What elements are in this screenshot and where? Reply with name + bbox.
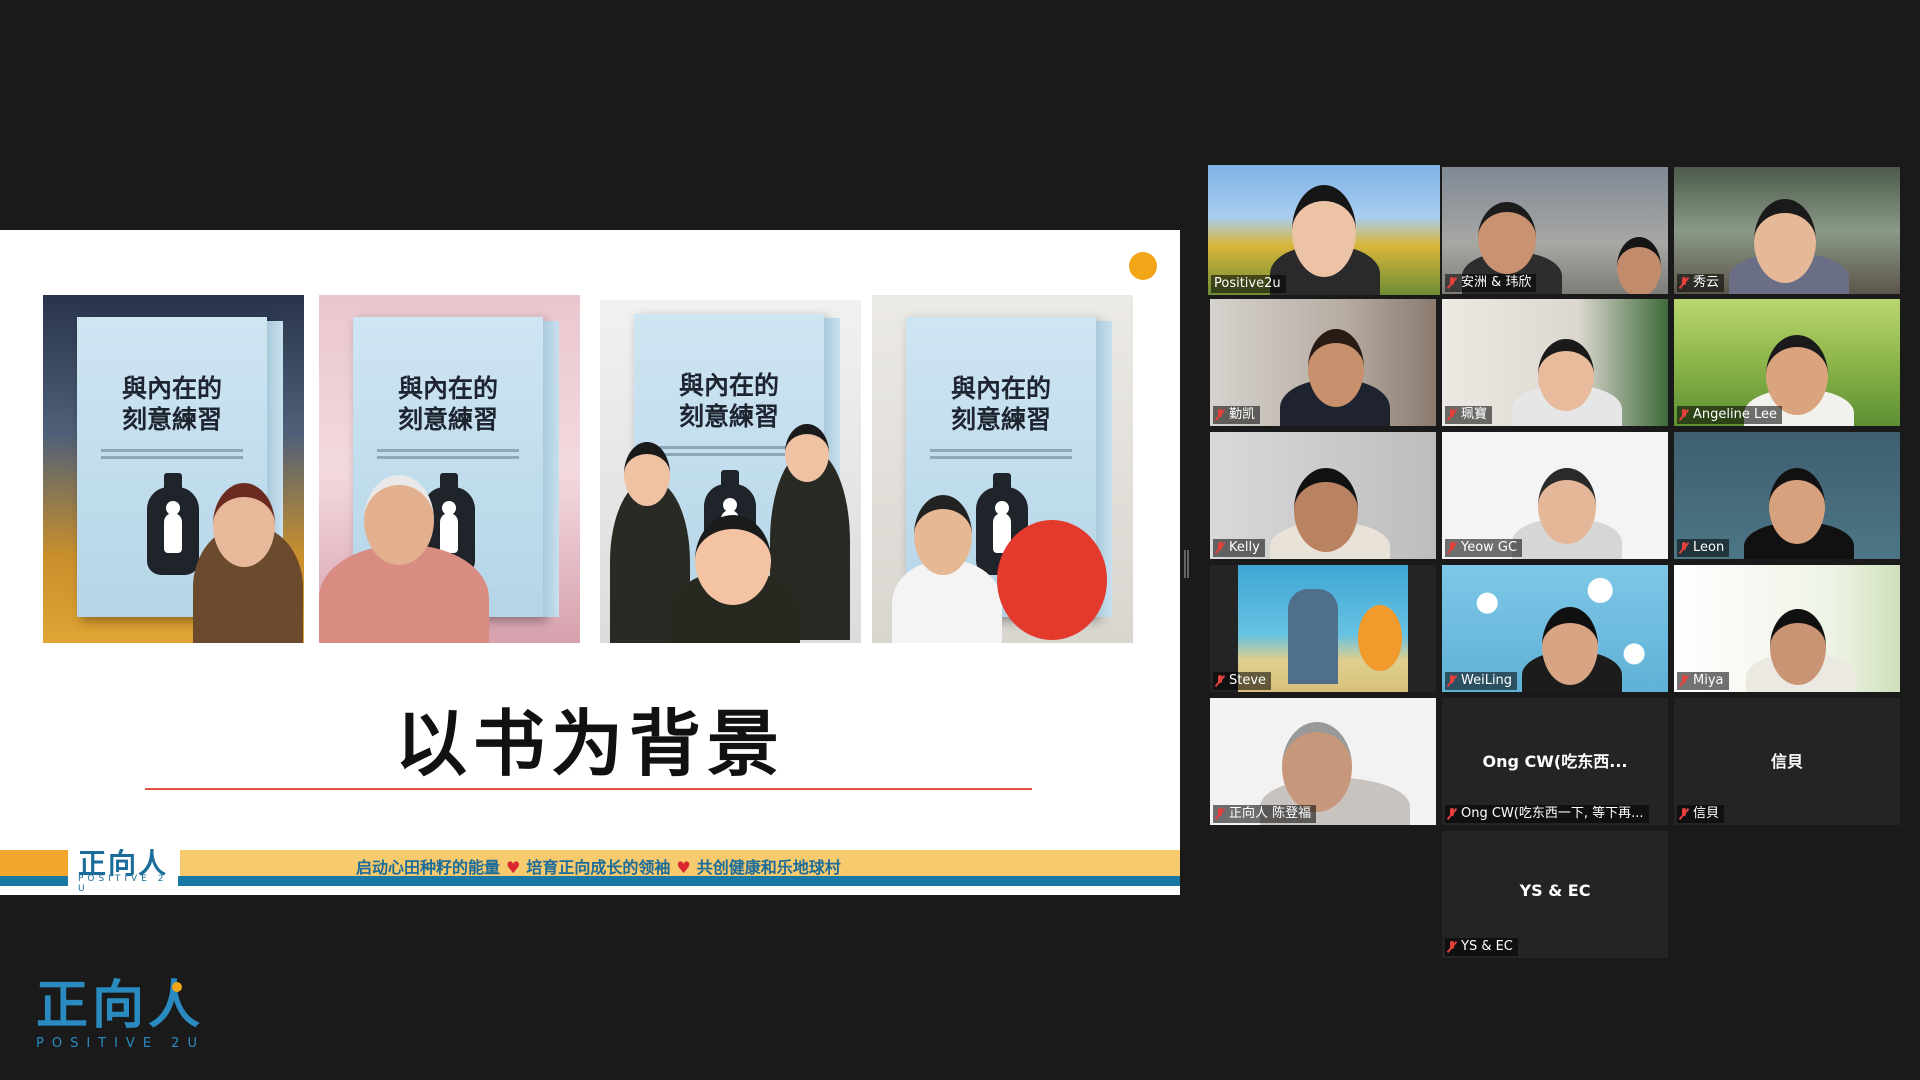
mic-muted-icon (1216, 808, 1224, 820)
slide-accent-dot (1129, 252, 1157, 280)
book-title: 與內在的 刻意練習 (950, 374, 1051, 434)
book-photo-4: 與內在的 刻意練習 (872, 295, 1133, 643)
book-photo-2: 與內在的 刻意練習 (319, 295, 580, 643)
book-photo-3: 與內在的 刻意練習 (600, 300, 861, 643)
mic-muted-icon (1448, 675, 1456, 687)
participant-name: 珮寶 (1445, 406, 1493, 424)
participant-name: 秀云 (1677, 274, 1725, 292)
participant-tile[interactable]: 秀云 (1674, 167, 1900, 294)
mic-muted-icon (1680, 808, 1688, 820)
participant-name: 安洲 & 玮欣 (1445, 274, 1537, 292)
participant-tile[interactable]: Yeow GC (1442, 432, 1668, 559)
participant-gallery: Positive2u 安洲 & 玮欣 秀云 勤凯 珮寶 Angeline Lee (1208, 165, 1902, 960)
participant-name: Steve (1213, 672, 1272, 690)
shared-screen-slide: 與內在的 刻意練習 與內在的 刻意練習 與內在的 刻意練習 與內在的 刻意練習 … (0, 230, 1180, 895)
heart-icon: ♥ (676, 858, 691, 877)
participant-name: Yeow GC (1445, 539, 1523, 557)
participant-tile-video-off[interactable]: YS & EC YS & EC (1442, 831, 1668, 958)
participant-name: 勤凯 (1213, 406, 1261, 424)
participant-tile[interactable]: 珮寶 (1442, 299, 1668, 426)
participant-tile[interactable]: WeiLing (1442, 565, 1668, 692)
participant-name: Ong CW(吃东西一下, 等下再... (1445, 805, 1649, 823)
slide-divider (145, 788, 1032, 790)
positive2u-logo: 正向人 POSITIVE 2U (36, 976, 205, 1051)
book-photo-1: 與內在的 刻意練習 (43, 295, 304, 643)
slide-footer-band: 正向人 POSITIVE 2 U 启动心田种籽的能量 ♥ 培育正向成长的领袖 ♥ 共创健… (0, 842, 1180, 895)
split-view-resize-handle[interactable] (1184, 550, 1189, 578)
mic-muted-icon (1216, 542, 1224, 554)
participant-display-name: 信貝 (1770, 752, 1803, 771)
book-title: 與內在的 刻意練習 (678, 371, 779, 431)
mic-muted-icon (1216, 675, 1224, 687)
heart-icon: ♥ (506, 858, 521, 877)
mic-muted-icon (1680, 409, 1688, 421)
footer-slogan: 启动心田种籽的能量 ♥ 培育正向成长的领袖 ♥ 共创健康和乐地球村 (356, 858, 841, 877)
participant-tile[interactable]: Steve (1210, 565, 1436, 692)
mic-muted-icon (1448, 409, 1456, 421)
participant-name: Positive2u (1211, 275, 1286, 293)
participant-name: 信貝 (1677, 805, 1725, 823)
book-title: 與內在的 刻意練習 (121, 374, 222, 434)
participant-tile[interactable]: Positive2u (1208, 165, 1440, 295)
participant-name: Miya (1677, 672, 1729, 690)
mic-muted-icon (1448, 277, 1456, 289)
participant-name: YS & EC (1445, 938, 1518, 956)
mic-muted-icon (1680, 542, 1688, 554)
participant-name: WeiLing (1445, 672, 1518, 690)
participant-name: Angeline Lee (1677, 406, 1782, 424)
mic-muted-icon (1680, 675, 1688, 687)
participant-name: Kelly (1213, 539, 1265, 557)
book-photo-row: 與內在的 刻意練習 與內在的 刻意練習 與內在的 刻意練習 與內在的 刻意練習 (43, 295, 1133, 643)
participant-tile[interactable]: Kelly (1210, 432, 1436, 559)
participant-name: Leon (1677, 539, 1730, 557)
participant-tile[interactable]: 安洲 & 玮欣 (1442, 167, 1668, 294)
participant-display-name: YS & EC (1519, 881, 1591, 900)
participant-tile[interactable]: 勤凯 (1210, 299, 1436, 426)
participant-name: 正向人 陈登福 (1213, 805, 1317, 823)
participant-tile[interactable]: Angeline Lee (1674, 299, 1900, 426)
participant-tile-video-off[interactable]: 信貝 信貝 (1674, 698, 1900, 825)
participant-display-name: Ong CW(吃东西... (1482, 752, 1628, 771)
bottle-illustration (147, 473, 199, 575)
mic-muted-icon (1448, 808, 1456, 820)
footer-logo: 正向人 POSITIVE 2 U (68, 842, 178, 894)
book-title: 與內在的 刻意練習 (397, 374, 498, 434)
mic-muted-icon (1680, 277, 1688, 289)
participant-tile[interactable]: Leon (1674, 432, 1900, 559)
mic-muted-icon (1448, 941, 1456, 953)
slide-title: 以书为背景 (394, 702, 785, 786)
participant-tile-video-off[interactable]: Ong CW(吃东西... Ong CW(吃东西一下, 等下再... (1442, 698, 1668, 825)
mic-muted-icon (1448, 542, 1456, 554)
participant-tile[interactable]: Miya (1674, 565, 1900, 692)
participant-tile[interactable]: 正向人 陈登福 (1210, 698, 1436, 825)
mic-muted-icon (1216, 409, 1224, 421)
